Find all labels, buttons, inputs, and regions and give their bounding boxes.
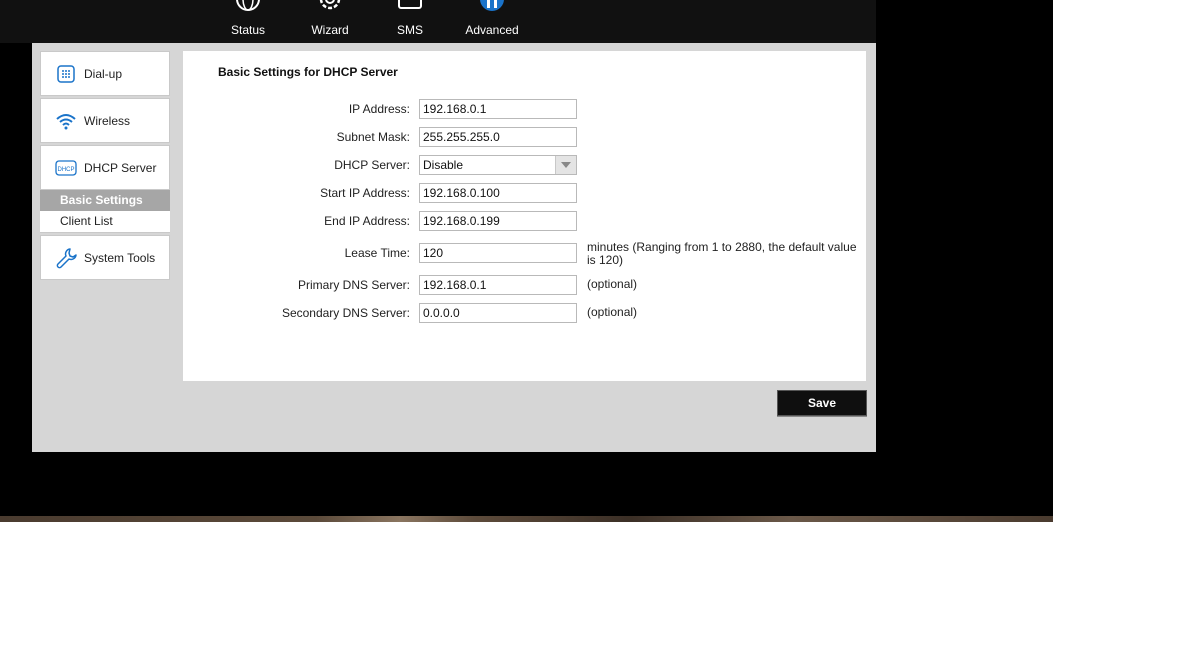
form-row-ip-address: IP Address: 192.168.0.1 (183, 99, 866, 119)
save-button[interactable]: Save (777, 390, 867, 416)
dhcp-settings-form: Basic Settings for DHCP Server IP Addres… (183, 51, 866, 381)
dialpad-icon (54, 62, 78, 86)
secondary-dns-hint: (optional) (587, 305, 638, 319)
dhcp-server-selected-value: Disable (423, 158, 464, 172)
top-nav-bar: Status Wizard SMS Advanced (0, 0, 876, 43)
sidebar-subitem-client-list[interactable]: Client List (40, 211, 170, 233)
sidebar-item-dhcp-server[interactable]: DHCP DHCP Server (40, 145, 170, 190)
nav-wizard[interactable]: Wizard (300, 0, 360, 43)
sidebar-item-dial-up[interactable]: Dial-up (40, 51, 170, 96)
form-row-dhcp-server: DHCP Server: Disable (183, 155, 866, 175)
dhcp-icon: DHCP (54, 156, 78, 180)
wifi-icon (54, 109, 78, 133)
sidebar-item-label: Dial-up (84, 66, 123, 81)
sidebar-item-label: System Tools (84, 250, 156, 265)
main-panel: Dial-up Wireless DHCP DHCP Server Basic … (32, 43, 876, 452)
form-row-primary-dns: Primary DNS Server: 192.168.0.1 (optiona… (183, 275, 866, 295)
gear-icon (317, 0, 343, 12)
globe-icon (235, 0, 261, 12)
envelope-icon (397, 0, 423, 12)
svg-text:DHCP: DHCP (57, 167, 74, 173)
form-row-start-ip: Start IP Address: 192.168.0.100 (183, 183, 866, 203)
sidebar: Dial-up Wireless DHCP DHCP Server Basic … (40, 51, 170, 282)
secondary-dns-label: Secondary DNS Server: (281, 306, 410, 320)
sidebar-item-wireless[interactable]: Wireless (40, 98, 170, 143)
primary-dns-hint: (optional) (587, 277, 638, 291)
nav-label: SMS (396, 23, 423, 37)
sidebar-item-system-tools[interactable]: System Tools (40, 235, 170, 280)
form-row-subnet-mask: Subnet Mask: 255.255.255.0 (183, 127, 866, 147)
form-row-secondary-dns: Secondary DNS Server: 0.0.0.0 (optional) (183, 303, 866, 323)
end-ip-label: End IP Address: (324, 214, 410, 228)
router-admin-window: Status Wizard SMS Advanced Dial-up Wirel… (0, 0, 1053, 516)
nav-sms[interactable]: SMS (380, 0, 440, 43)
form-row-end-ip: End IP Address: 192.168.0.199 (183, 211, 866, 231)
dhcp-server-label: DHCP Server: (334, 158, 410, 172)
end-ip-field[interactable]: 192.168.0.199 (419, 211, 577, 231)
subnet-mask-label: Subnet Mask: (336, 130, 410, 144)
ip-address-field[interactable]: 192.168.0.1 (419, 99, 577, 119)
secondary-dns-field[interactable]: 0.0.0.0 (419, 303, 577, 323)
start-ip-field[interactable]: 192.168.0.100 (419, 183, 577, 203)
advanced-icon (479, 0, 505, 12)
dhcp-server-select[interactable]: Disable (419, 155, 577, 175)
lease-time-field[interactable]: 120 (419, 243, 577, 263)
nav-advanced[interactable]: Advanced (458, 0, 526, 43)
desktop-background-strip (0, 516, 1053, 522)
ip-address-label: IP Address: (348, 102, 410, 116)
sidebar-item-label: Wireless (84, 113, 131, 128)
nav-label: Status (230, 23, 266, 37)
nav-label: Advanced (465, 23, 519, 37)
subnet-mask-field[interactable]: 255.255.255.0 (419, 127, 577, 147)
primary-dns-label: Primary DNS Server: (297, 278, 410, 292)
lease-time-label: Lease Time: (344, 246, 410, 260)
sidebar-item-label: DHCP Server (84, 160, 157, 175)
start-ip-label: Start IP Address: (320, 186, 410, 200)
section-title: Basic Settings for DHCP Server (218, 65, 398, 79)
nav-label: Wizard (311, 23, 349, 37)
primary-dns-field[interactable]: 192.168.0.1 (419, 275, 577, 295)
wrench-icon (54, 246, 78, 270)
chevron-down-icon (555, 156, 576, 174)
form-row-lease-time: Lease Time: 120 minutes (Ranging from 1 … (183, 241, 866, 267)
nav-status[interactable]: Status (218, 0, 278, 43)
lease-time-hint: minutes (Ranging from 1 to 2880, the def… (587, 240, 857, 267)
sidebar-subitem-basic-settings[interactable]: Basic Settings (40, 190, 170, 211)
